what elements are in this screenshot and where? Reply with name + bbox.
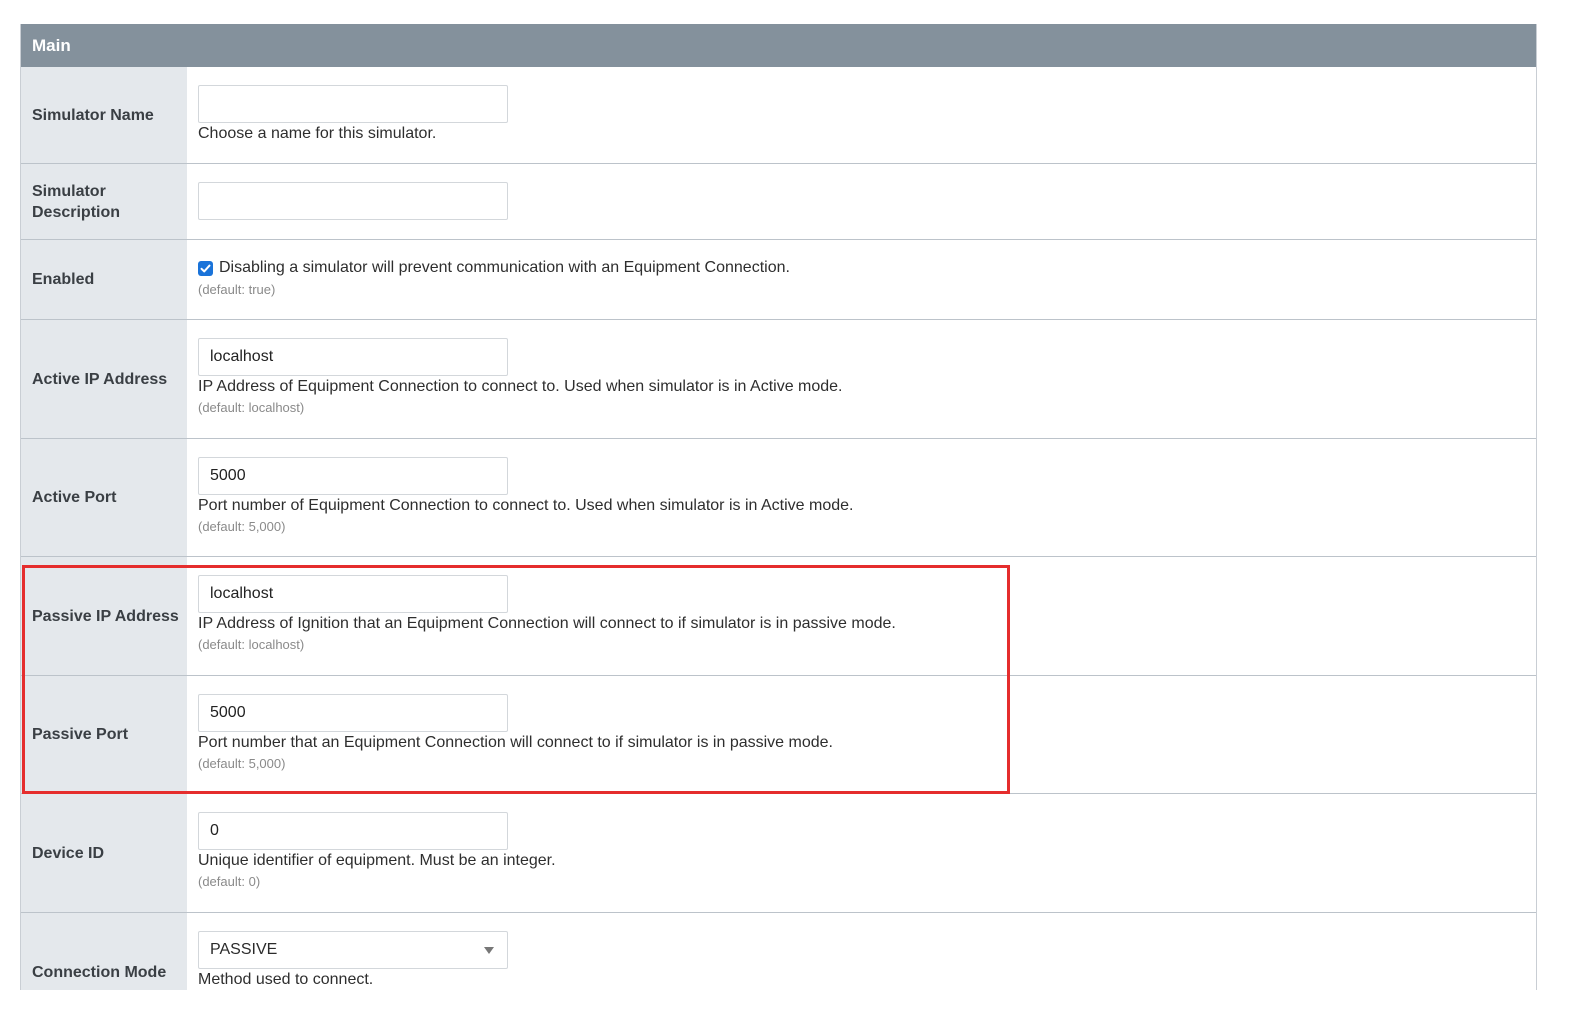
connection-mode-value: PASSIVE xyxy=(210,941,278,958)
chevron-down-icon xyxy=(484,946,494,954)
enabled-checkbox[interactable] xyxy=(198,260,213,276)
content-passive-port: 5000 Port number that an Equipment Conne… xyxy=(187,676,1536,793)
label-passive-ip: Passive IP Address xyxy=(21,557,187,675)
active-ip-default: (default: localhost) xyxy=(198,400,305,415)
row-active-port: Active Port 5000 Port number of Equipmen… xyxy=(21,439,1536,557)
panel-title: Main xyxy=(21,24,1536,67)
label-passive-port: Passive Port xyxy=(21,676,187,793)
passive-ip-input[interactable]: localhost xyxy=(198,575,508,613)
enabled-check-line: Disabling a simulator will prevent commu… xyxy=(198,259,1536,277)
simulator-description-input[interactable] xyxy=(198,182,508,220)
settings-panel: Main Simulator Name Choose a name for th… xyxy=(20,24,1537,990)
active-ip-help: IP Address of Equipment Connection to co… xyxy=(198,378,843,395)
passive-port-input[interactable]: 5000 xyxy=(198,694,508,732)
active-ip-input[interactable]: localhost xyxy=(198,338,508,376)
content-connection-mode: PASSIVE Method used to connect. xyxy=(187,913,1536,990)
row-passive-ip: Passive IP Address localhost IP Address … xyxy=(21,557,1536,676)
row-active-ip: Active IP Address localhost IP Address o… xyxy=(21,320,1536,439)
device-id-help: Unique identifier of equipment. Must be … xyxy=(198,852,556,869)
label-enabled: Enabled xyxy=(21,240,187,319)
label-simulator-description: Simulator Description xyxy=(21,164,187,239)
label-active-port: Active Port xyxy=(21,439,187,556)
content-active-ip: localhost IP Address of Equipment Connec… xyxy=(187,320,1536,438)
row-passive-port: Passive Port 5000 Port number that an Eq… xyxy=(21,676,1536,794)
row-enabled: Enabled Disabling a simulator will preve… xyxy=(21,240,1536,320)
row-device-id: Device ID 0 Unique identifier of equipme… xyxy=(21,794,1536,913)
passive-ip-default: (default: localhost) xyxy=(198,637,305,652)
enabled-default: (default: true) xyxy=(198,282,276,297)
connection-mode-select[interactable]: PASSIVE xyxy=(198,931,508,969)
passive-port-default: (default: 5,000) xyxy=(198,756,286,771)
row-simulator-description: Simulator Description xyxy=(21,164,1536,240)
device-id-default: (default: 0) xyxy=(198,874,261,889)
content-passive-ip: localhost IP Address of Ignition that an… xyxy=(187,557,1536,675)
passive-port-help: Port number that an Equipment Connection… xyxy=(198,734,833,751)
passive-ip-help: IP Address of Ignition that an Equipment… xyxy=(198,615,896,632)
label-simulator-name: Simulator Name xyxy=(21,67,187,163)
content-active-port: 5000 Port number of Equipment Connection… xyxy=(187,439,1536,556)
label-connection-mode: Connection Mode xyxy=(21,913,187,990)
active-port-input[interactable]: 5000 xyxy=(198,457,508,495)
row-simulator-name: Simulator Name Choose a name for this si… xyxy=(21,67,1536,164)
simulator-name-help: Choose a name for this simulator. xyxy=(198,125,437,142)
content-simulator-name: Choose a name for this simulator. xyxy=(187,67,1536,163)
content-device-id: 0 Unique identifier of equipment. Must b… xyxy=(187,794,1536,912)
device-id-input[interactable]: 0 xyxy=(198,812,508,850)
active-port-help: Port number of Equipment Connection to c… xyxy=(198,497,854,514)
active-port-default: (default: 5,000) xyxy=(198,519,286,534)
connection-mode-help: Method used to connect. xyxy=(198,971,374,988)
check-icon xyxy=(200,264,211,272)
row-connection-mode: Connection Mode PASSIVE Method used to c… xyxy=(21,913,1536,990)
simulator-name-input[interactable] xyxy=(198,85,508,123)
enabled-help: Disabling a simulator will prevent commu… xyxy=(219,259,790,276)
label-active-ip: Active IP Address xyxy=(21,320,187,438)
content-enabled: Disabling a simulator will prevent commu… xyxy=(187,240,1536,319)
content-simulator-description xyxy=(187,164,1536,239)
label-device-id: Device ID xyxy=(21,794,187,912)
